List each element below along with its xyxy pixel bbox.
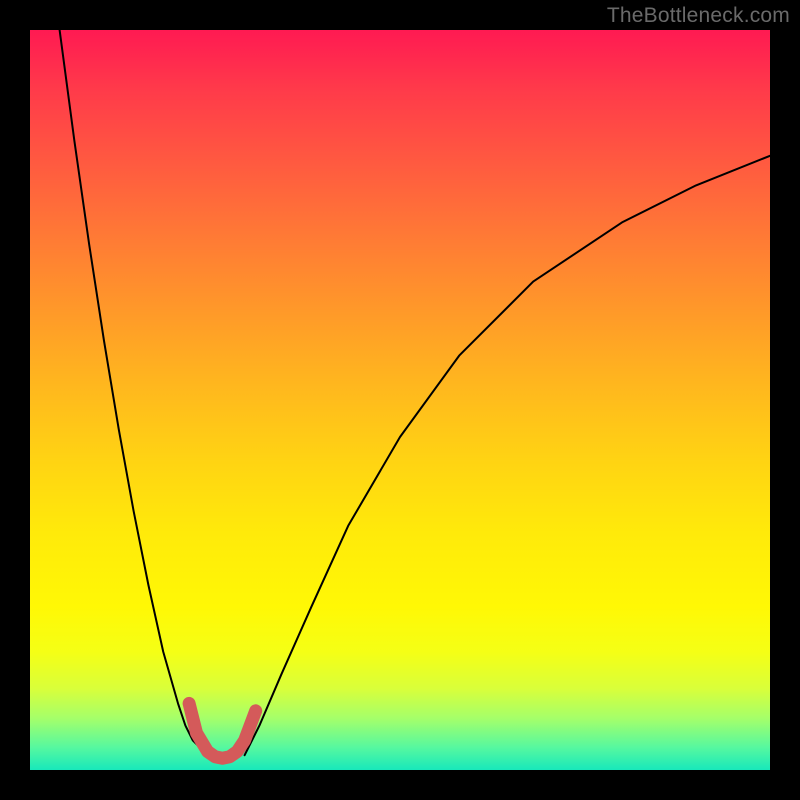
watermark-text: TheBottleneck.com: [607, 4, 790, 28]
trough-marker: [189, 703, 256, 758]
curve-svg: [30, 30, 770, 770]
chart-frame: TheBottleneck.com: [0, 0, 800, 800]
curve-right: [245, 156, 770, 755]
plot-area: [30, 30, 770, 770]
curve-left: [60, 30, 208, 755]
